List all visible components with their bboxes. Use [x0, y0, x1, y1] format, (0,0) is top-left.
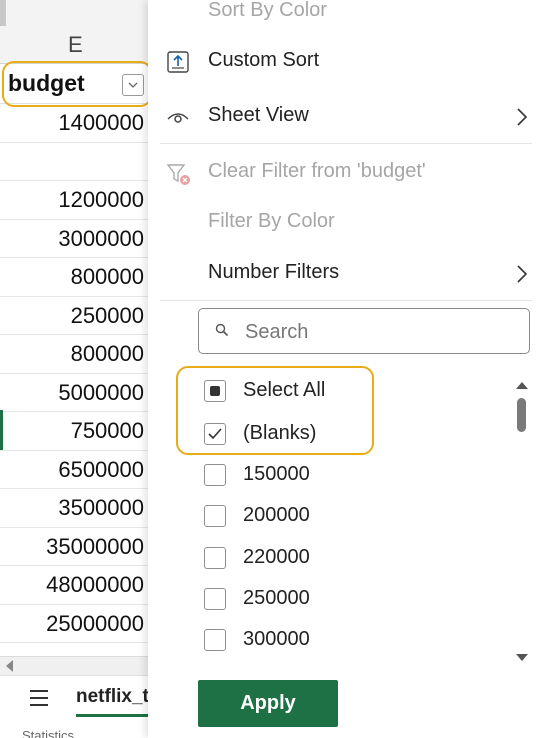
list-item-label: 220000 — [243, 546, 310, 568]
top-strip — [0, 0, 148, 64]
list-item-label: 300000 — [243, 628, 310, 650]
table-row[interactable]: 1400000 — [0, 104, 148, 143]
menu-item-label: Number Filters — [208, 261, 340, 283]
sheet-tab-bar: netflix_t — [0, 675, 148, 722]
annotation-highlight-header — [2, 61, 152, 107]
cell-value: 6500000 — [58, 456, 144, 482]
cell-value: 3000000 — [58, 225, 144, 251]
menu-divider — [160, 143, 532, 144]
menu-item-clear-filter: Clear Filter from 'budget' — [148, 151, 540, 195]
scroll-left-icon[interactable] — [6, 660, 13, 672]
table-row[interactable]: 35000000 — [0, 528, 148, 566]
table-row[interactable]: 800000 — [0, 335, 148, 374]
table-row[interactable]: 3000000 — [0, 220, 148, 258]
custom-sort-icon — [166, 50, 190, 74]
all-sheets-menu-icon[interactable] — [30, 690, 48, 711]
eye-icon — [166, 105, 190, 129]
chevron-right-icon — [516, 107, 528, 132]
cell-value: 48000000 — [46, 572, 144, 597]
menu-item-label: Filter By Color — [208, 210, 335, 232]
table-row[interactable]: 1200000 — [0, 181, 148, 220]
chevron-right-icon — [516, 264, 528, 289]
table-row[interactable]: 250000 — [0, 297, 148, 335]
value-checkbox[interactable] — [204, 547, 226, 569]
cell-column: 1400000 1200000 3000000 800000 250000 80… — [0, 104, 148, 643]
cell-value: 800000 — [70, 341, 144, 366]
column-letter: E — [68, 32, 83, 57]
active-tab-indicator — [76, 714, 148, 717]
list-item[interactable]: 150000 — [204, 456, 504, 496]
menu-item-number-filters[interactable]: Number Filters — [148, 252, 540, 296]
vertical-scrollbar[interactable] — [512, 378, 532, 664]
menu-item-label: Clear Filter from 'budget' — [208, 160, 426, 182]
table-row[interactable]: 800000 — [0, 258, 148, 297]
status-bar-text: Statistics — [22, 728, 75, 738]
cell-value: 250000 — [70, 302, 144, 328]
annotation-highlight-checkboxes — [176, 366, 374, 455]
menu-item-label: Custom Sort — [208, 49, 320, 71]
menu-item-custom-sort[interactable]: Custom Sort — [148, 40, 540, 84]
scroll-up-icon[interactable] — [516, 382, 528, 389]
search-input[interactable] — [243, 318, 517, 346]
value-checkbox[interactable] — [204, 505, 226, 527]
list-item[interactable]: 200000 — [204, 497, 504, 537]
table-row[interactable]: 6500000 — [0, 451, 148, 489]
menu-divider — [160, 300, 532, 301]
list-item-label: 200000 — [243, 504, 310, 526]
menu-item-label: Sheet View — [208, 104, 309, 126]
cell-value: 25000000 — [46, 610, 144, 636]
cell-value: 800000 — [70, 264, 144, 289]
cell-value: 1200000 — [58, 187, 144, 212]
column-header-e[interactable]: E — [0, 26, 148, 64]
cell-value: 5000000 — [58, 379, 144, 405]
cell-value: 750000 — [70, 418, 144, 443]
menu-item-sort-by-color: Sort By Color — [148, 0, 540, 34]
active-row-marker — [0, 410, 3, 450]
cell-value: 1400000 — [58, 110, 144, 135]
table-row[interactable] — [0, 143, 148, 181]
value-checkbox[interactable] — [204, 464, 226, 486]
cell-value: 35000000 — [46, 533, 144, 559]
table-row[interactable]: 5000000 — [0, 374, 148, 412]
search-icon — [215, 323, 229, 342]
horizontal-scrollbar[interactable] — [0, 656, 148, 675]
apply-button[interactable]: Apply — [198, 680, 338, 727]
list-item[interactable]: 220000 — [204, 539, 504, 579]
scrollbar-thumb[interactable] — [517, 398, 526, 432]
clear-filter-icon — [166, 161, 190, 185]
value-checkbox[interactable] — [204, 629, 226, 651]
table-row[interactable]: 25000000 — [0, 605, 148, 643]
sheet-tab-netflix[interactable]: netflix_t — [76, 686, 148, 708]
scroll-down-icon[interactable] — [516, 654, 528, 661]
menu-item-label: Sort By Color — [208, 0, 327, 21]
list-item[interactable]: 300000 — [204, 621, 504, 661]
spreadsheet-area: E budget 1400000 1200000 3000000 800000 … — [0, 0, 148, 738]
value-checkbox[interactable] — [204, 588, 226, 610]
table-row[interactable]: 3500000 — [0, 489, 148, 528]
menu-item-sheet-view[interactable]: Sheet View — [148, 95, 540, 139]
list-item-label: 150000 — [243, 463, 310, 485]
filter-search-box[interactable] — [198, 308, 530, 354]
list-item[interactable]: 250000 — [204, 580, 504, 620]
table-row[interactable]: 750000 — [0, 412, 148, 451]
menu-item-filter-by-color: Filter By Color — [148, 201, 540, 245]
table-row[interactable]: 48000000 — [0, 566, 148, 605]
cell-value: 3500000 — [58, 495, 144, 520]
list-item-label: 250000 — [243, 587, 310, 609]
